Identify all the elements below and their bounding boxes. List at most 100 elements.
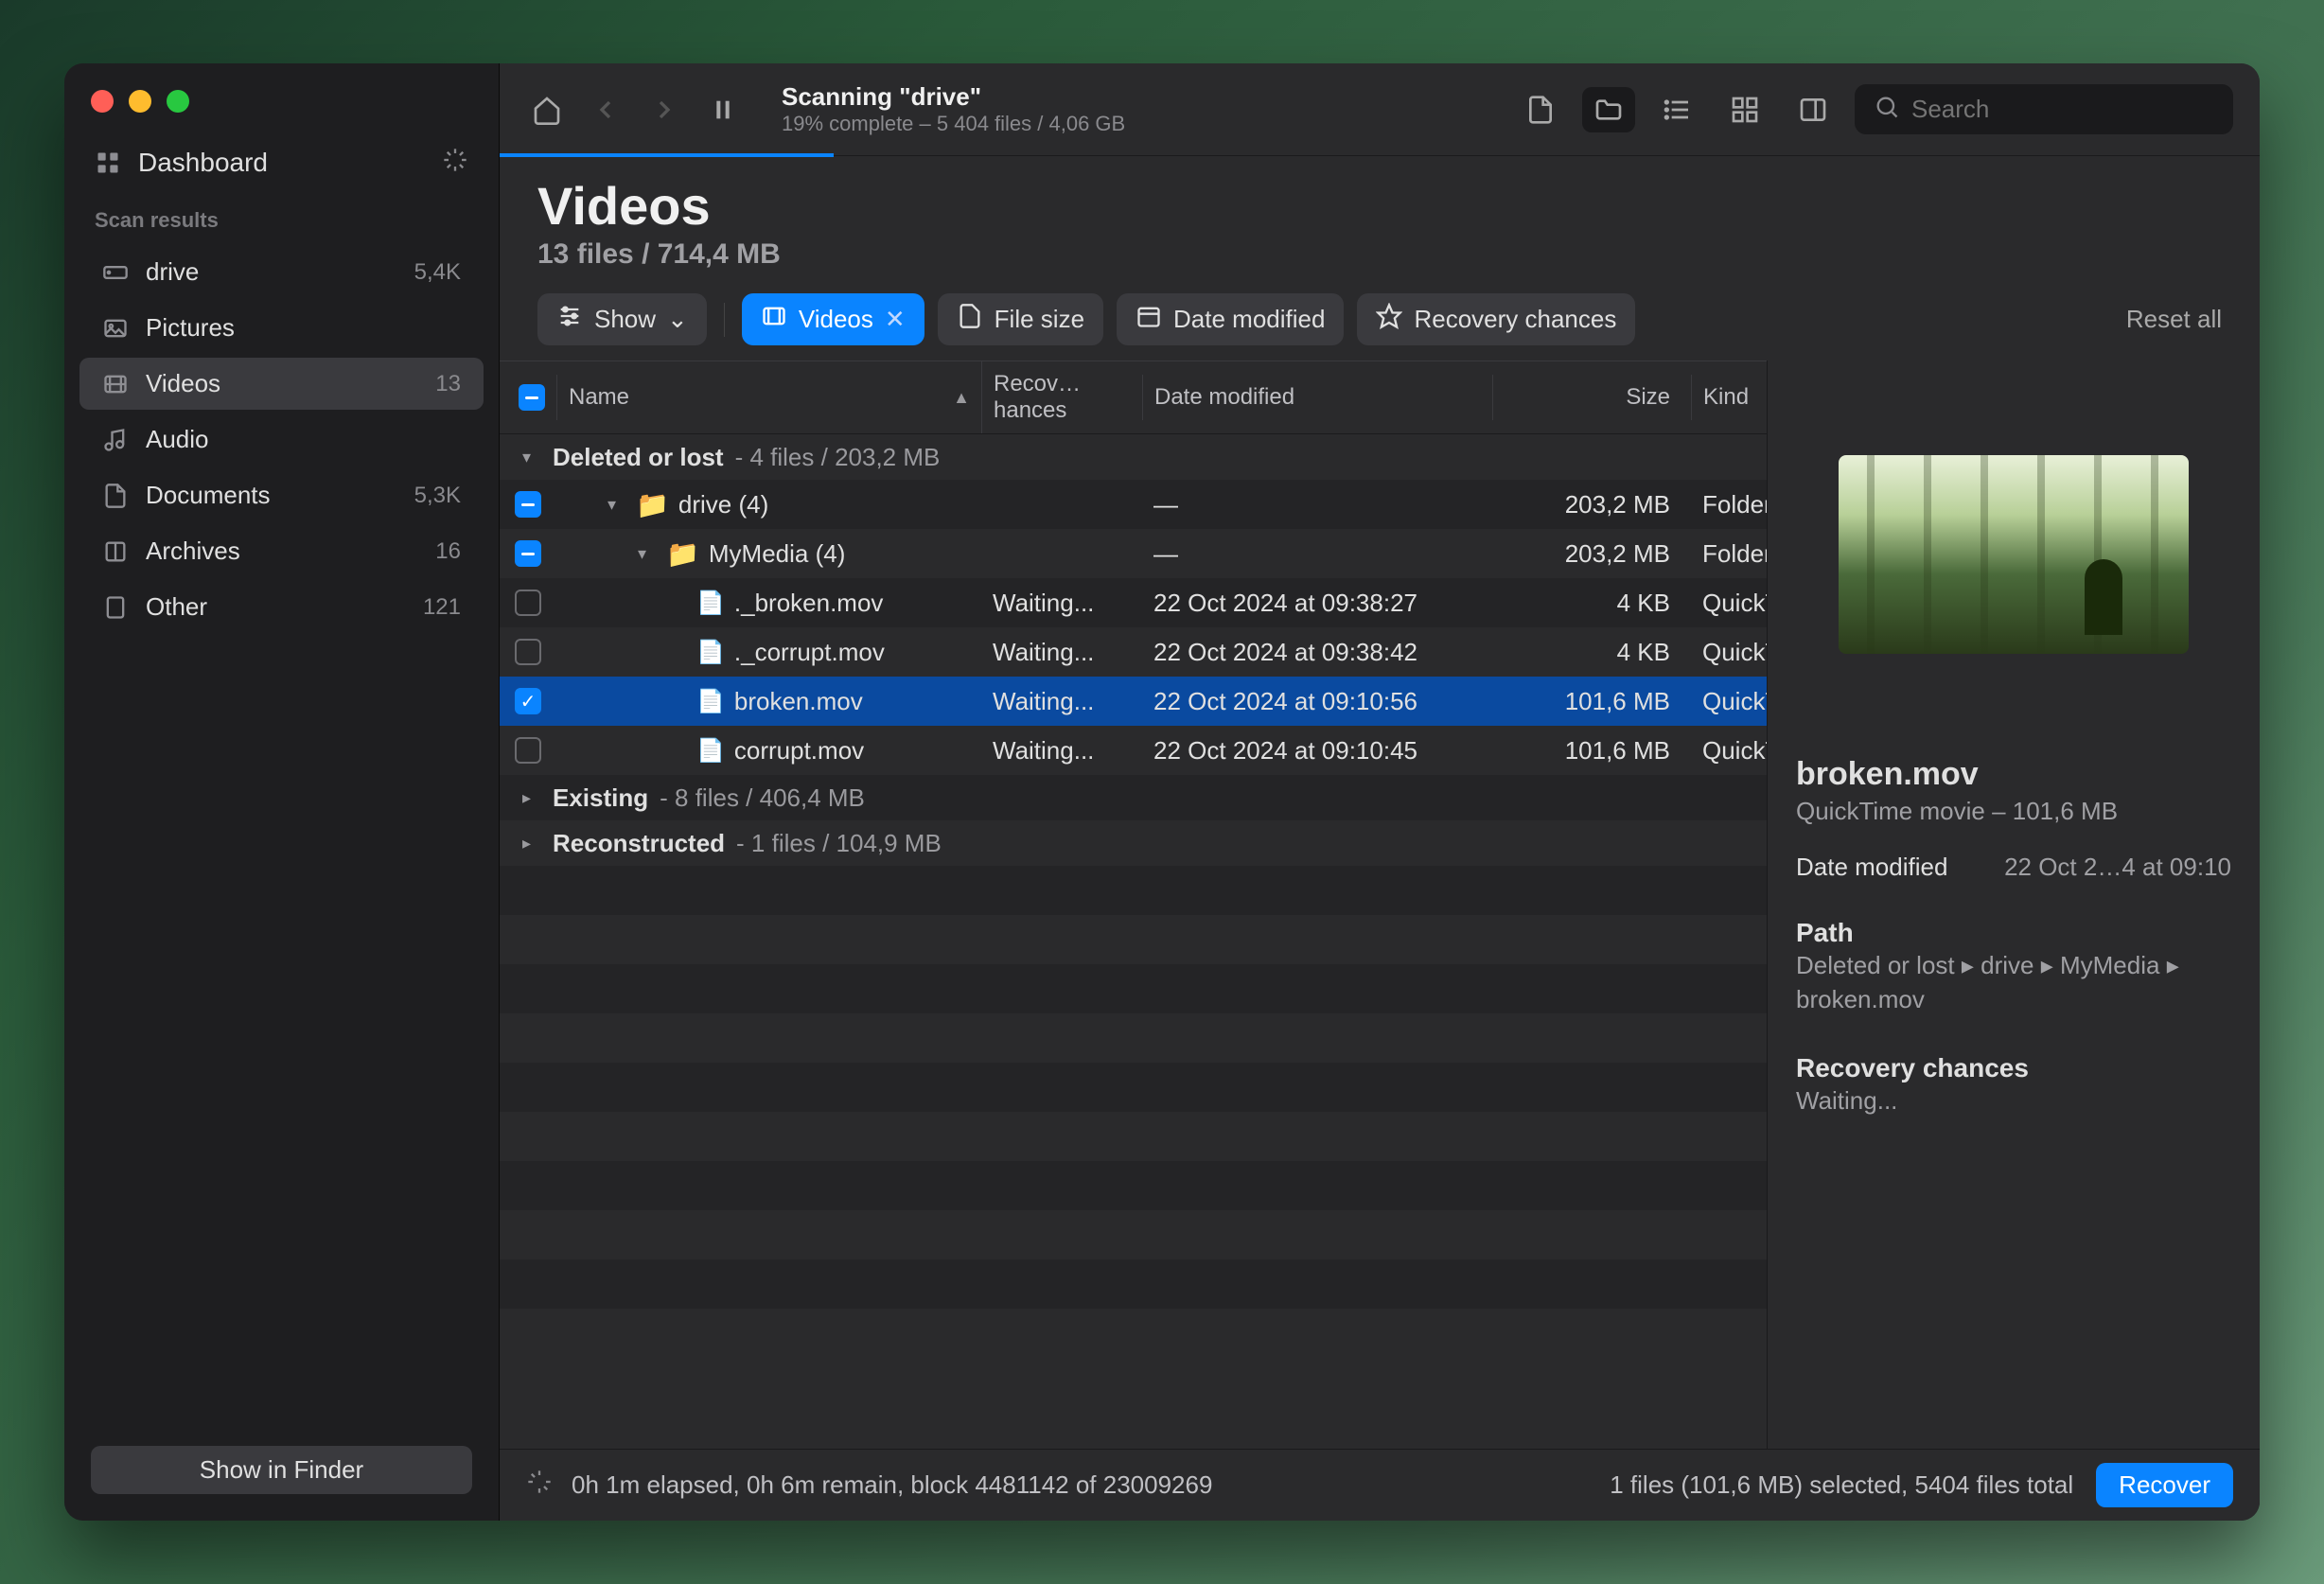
show-in-finder-button[interactable]: Show in Finder [91, 1446, 472, 1494]
chevron-right-icon: ▸ [522, 788, 541, 808]
empty-row [500, 915, 1767, 964]
videos-filter-chip[interactable]: Videos ✕ [742, 293, 924, 345]
table-row[interactable]: 📄._broken.mov Waiting... 22 Oct 2024 at … [500, 578, 1767, 627]
other-icon [102, 594, 129, 621]
detail-title: broken.mov [1796, 756, 2231, 793]
sidebar-item-documents[interactable]: Documents 5,3K [79, 469, 484, 521]
sidebar-item-count: 16 [435, 538, 461, 565]
column-recovery[interactable]: Recov…hances [981, 361, 1142, 433]
archives-icon [102, 538, 129, 565]
recover-button[interactable]: Recover [2096, 1463, 2233, 1507]
column-size[interactable]: Size [1492, 375, 1691, 420]
empty-row [500, 1259, 1767, 1309]
date-modified-filter-chip[interactable]: Date modified [1117, 293, 1344, 345]
file-size-filter-chip[interactable]: File size [938, 293, 1103, 345]
section-existing[interactable]: ▸ Existing - 8 files / 406,4 MB [500, 775, 1767, 820]
column-name[interactable]: Name▲ [556, 375, 981, 420]
table-row[interactable]: 📄corrupt.mov Waiting... 22 Oct 2024 at 0… [500, 726, 1767, 775]
row-checkbox[interactable] [515, 737, 541, 764]
pictures-icon [102, 315, 129, 342]
forward-button[interactable] [643, 89, 685, 131]
folder-button[interactable] [1582, 87, 1635, 132]
detail-path-label: Path [1796, 918, 2231, 948]
page-title: Videos [537, 175, 2222, 237]
row-checkbox[interactable] [515, 540, 541, 567]
sidebar-item-videos[interactable]: Videos 13 [79, 358, 484, 410]
elapsed-text: 0h 1m elapsed, 0h 6m remain, block 44811… [572, 1470, 1212, 1500]
table-body: ▾ Deleted or lost - 4 files / 203,2 MB ▾… [500, 434, 1767, 1449]
sidebar-item-count: 5,3K [414, 483, 461, 509]
detail-recovery-value: Waiting... [1796, 1083, 2231, 1118]
show-filter-label: Show [594, 305, 656, 334]
recovery-chances-filter-chip[interactable]: Recovery chances [1357, 293, 1635, 345]
search-input[interactable] [1911, 95, 2228, 124]
table-row[interactable]: 📄._corrupt.mov Waiting... 22 Oct 2024 at… [500, 627, 1767, 677]
detail-date-value: 22 Oct 2…4 at 09:10 [2004, 853, 2231, 882]
dashboard-icon [95, 150, 121, 176]
filter-bar: Show ⌄ Videos ✕ File size Date modified … [500, 293, 2260, 361]
folder-icon: 📁 [636, 489, 669, 520]
sidebar-item-label: Other [146, 592, 207, 622]
column-kind[interactable]: Kind [1691, 375, 1767, 420]
new-file-button[interactable] [1514, 87, 1567, 132]
close-icon[interactable]: ✕ [885, 305, 906, 334]
folder-icon: 📁 [666, 538, 699, 570]
scanning-spinner-icon [442, 147, 468, 178]
scan-info: Scanning "drive" 19% complete – 5 404 fi… [782, 82, 1495, 136]
sidebar-item-count: 5,4K [414, 259, 461, 286]
grid-view-button[interactable] [1718, 87, 1771, 132]
sidebar-item-archives[interactable]: Archives 16 [79, 525, 484, 577]
page-header: Videos 13 files / 714,4 MB [500, 156, 2260, 293]
pause-button[interactable] [702, 89, 744, 131]
row-checkbox[interactable] [515, 491, 541, 518]
maximize-button[interactable] [167, 90, 189, 113]
back-button[interactable] [585, 89, 626, 131]
divider [724, 303, 725, 337]
sidebar-item-other[interactable]: Other 121 [79, 581, 484, 633]
sidebar-item-audio[interactable]: Audio [79, 414, 484, 466]
dashboard-label: Dashboard [138, 148, 268, 178]
row-checkbox[interactable]: ✓ [515, 688, 541, 714]
empty-row [500, 866, 1767, 915]
section-deleted[interactable]: ▾ Deleted or lost - 4 files / 203,2 MB [500, 434, 1767, 480]
show-filter-chip[interactable]: Show ⌄ [537, 293, 707, 345]
spinner-icon [526, 1469, 553, 1502]
detail-date-label: Date modified [1796, 853, 1947, 882]
detail-subtitle: QuickTime movie – 101,6 MB [1796, 797, 2231, 826]
empty-row [500, 1161, 1767, 1210]
column-date[interactable]: Date modified [1142, 375, 1492, 420]
minimize-button[interactable] [129, 90, 151, 113]
sidebar-item-label: Audio [146, 425, 209, 454]
sidebar-item-pictures[interactable]: Pictures [79, 302, 484, 354]
chevron-down-icon[interactable]: ▾ [607, 495, 626, 515]
row-checkbox[interactable] [515, 639, 541, 665]
recovery-chances-label: Recovery chances [1414, 305, 1616, 334]
empty-row [500, 1013, 1767, 1063]
file-size-label: File size [995, 305, 1084, 334]
search-box[interactable] [1855, 84, 2233, 134]
chevron-down-icon[interactable]: ▾ [638, 544, 657, 564]
sidebar-item-label: Documents [146, 481, 271, 510]
search-icon [1874, 94, 1900, 125]
reset-all-button[interactable]: Reset all [2126, 305, 2222, 334]
file-icon [957, 303, 983, 336]
home-button[interactable] [526, 89, 568, 131]
page-subtitle: 13 files / 714,4 MB [537, 238, 2222, 271]
sidebar-item-drive[interactable]: drive 5,4K [79, 246, 484, 298]
chevron-right-icon: ▸ [522, 834, 541, 854]
close-button[interactable] [91, 90, 114, 113]
table-row[interactable]: ▾📁MyMedia (4) — 203,2 MB Folder [500, 529, 1767, 578]
traffic-lights [64, 63, 499, 132]
section-reconstructed[interactable]: ▸ Reconstructed - 1 files / 104,9 MB [500, 820, 1767, 866]
list-view-button[interactable] [1650, 87, 1703, 132]
row-checkbox[interactable] [515, 590, 541, 616]
scan-subtitle: 19% complete – 5 404 files / 4,06 GB [782, 112, 1495, 136]
table-row[interactable]: ▾📁drive (4) — 203,2 MB Folder [500, 480, 1767, 529]
main-content: Scanning "drive" 19% complete – 5 404 fi… [500, 63, 2260, 1521]
toggle-sidebar-button[interactable] [1787, 87, 1840, 132]
dashboard-link[interactable]: Dashboard [95, 148, 268, 178]
table-row-selected[interactable]: ✓ 📄broken.mov Waiting... 22 Oct 2024 at … [500, 677, 1767, 726]
select-all-checkbox[interactable] [500, 375, 556, 420]
file-icon: 📄 [696, 688, 725, 715]
documents-icon [102, 483, 129, 509]
